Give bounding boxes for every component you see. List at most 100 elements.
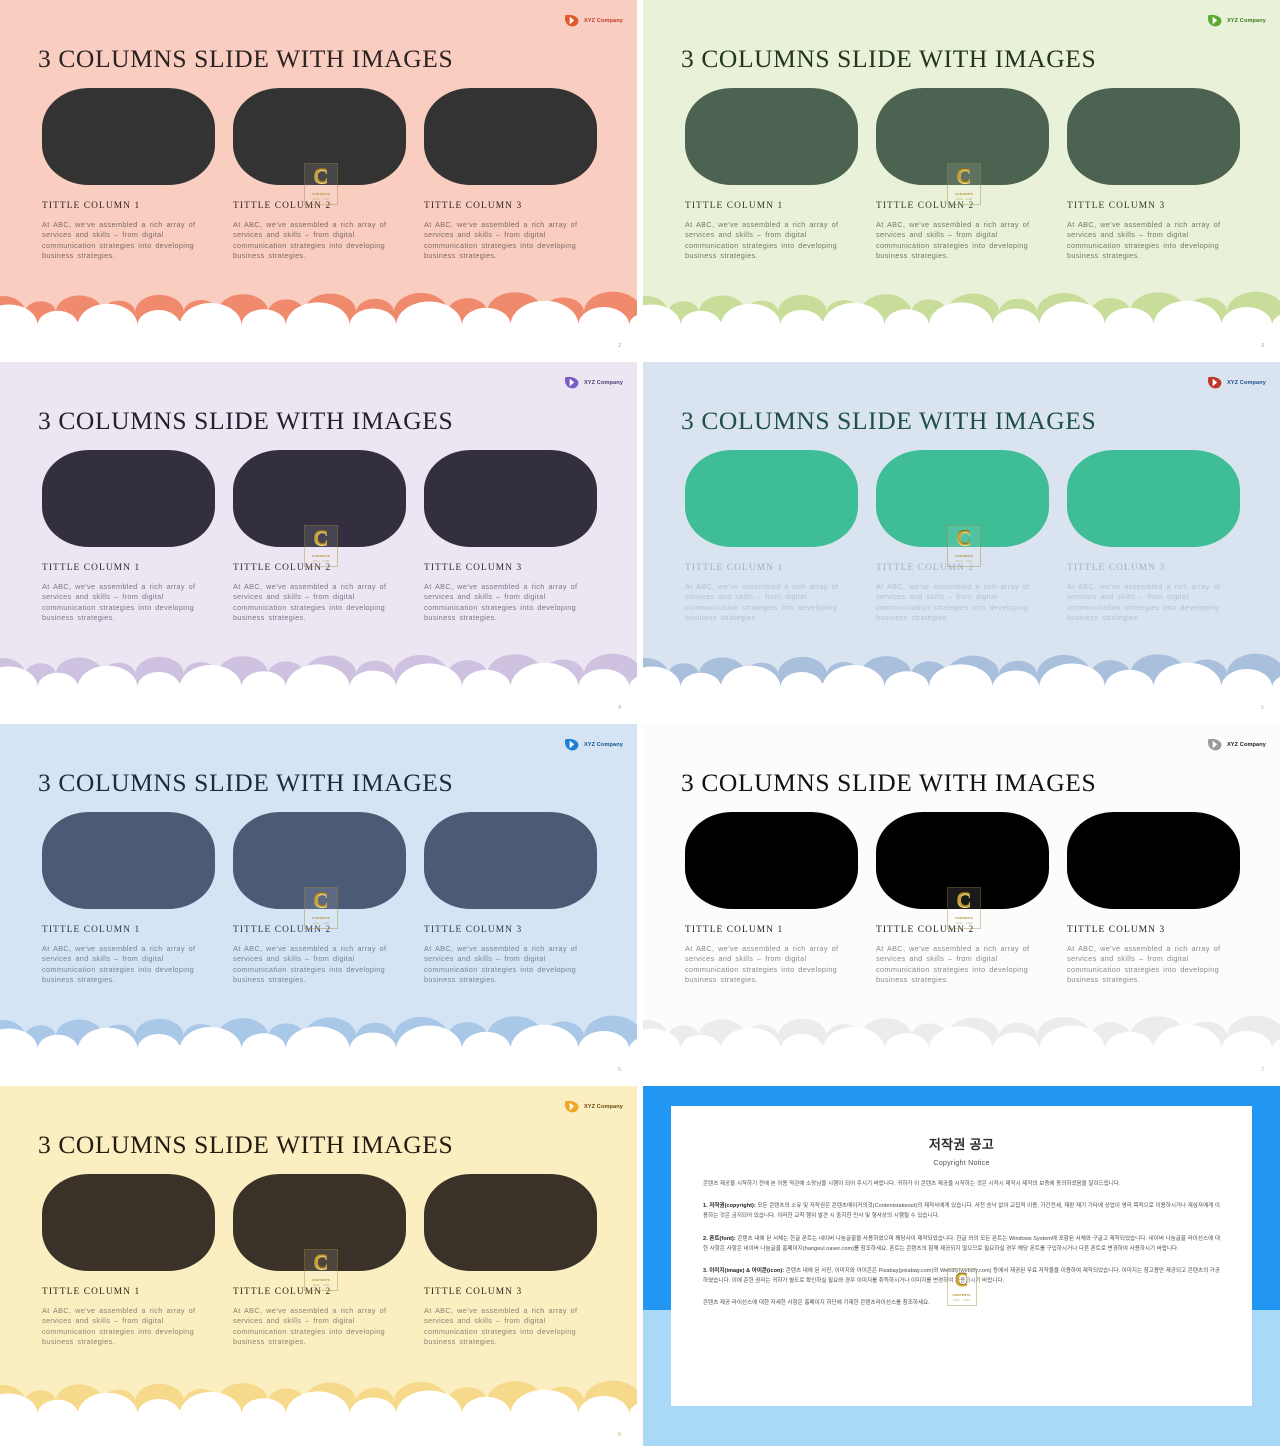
column-2[interactable]: TITTLE COLUMN 2 At ABC, we've assembled a… xyxy=(876,450,1049,623)
column-3-image-placeholder[interactable] xyxy=(424,812,597,909)
cloud-decoration xyxy=(0,285,637,357)
columns-row: TITTLE COLUMN 1 At ABC, we've assembled a… xyxy=(42,450,597,623)
column-1-body: At ABC, we've assembled a rich array of … xyxy=(685,582,839,623)
column-3-title: TITTLE COLUMN 3 xyxy=(1067,563,1166,573)
page-number: 7 xyxy=(1260,1067,1264,1073)
company-logo[interactable]: XYZ Company xyxy=(563,374,623,391)
cloud-decoration xyxy=(0,1009,637,1081)
column-2-image-placeholder[interactable] xyxy=(876,450,1049,547)
column-1[interactable]: TITTLE COLUMN 1 At ABC, we've assembled a… xyxy=(42,88,215,261)
column-3-body: At ABC, we've assembled a rich array of … xyxy=(424,1306,578,1347)
column-2[interactable]: TITTLE COLUMN 2 At ABC, we've assembled a… xyxy=(233,88,406,261)
column-3-image-placeholder[interactable] xyxy=(1067,450,1240,547)
slide-white[interactable]: XYZ Company 3 COLUMNS SLIDE WITH IMAGES TI… xyxy=(643,724,1280,1081)
copyright-title: 저작권 공고 xyxy=(928,1137,995,1152)
column-2-title: TITTLE COLUMN 2 xyxy=(876,201,975,211)
company-logo[interactable]: XYZ Company xyxy=(563,1098,623,1115)
column-2[interactable]: TITTLE COLUMN 2 At ABC, we've assembled a… xyxy=(233,450,406,623)
slide-teal[interactable]: XYZ Company 3 COLUMNS SLIDE WITH IMAGES TI… xyxy=(643,362,1280,719)
column-1-image-placeholder[interactable] xyxy=(42,1174,215,1271)
company-name: XYZ Company xyxy=(583,379,623,386)
column-3[interactable]: TITTLE COLUMN 3 At ABC, we've assembled a… xyxy=(1067,812,1240,985)
slide-title: 3 COLUMNS SLIDE WITH IMAGES xyxy=(38,1130,454,1159)
column-3-image-placeholder[interactable] xyxy=(1067,812,1240,909)
column-2-image-placeholder[interactable] xyxy=(876,88,1049,185)
column-3[interactable]: TITTLE COLUMN 3 At ABC, we've assembled a… xyxy=(1067,88,1240,261)
contents-watermark-icon: C CONTENTS MALL . COM xyxy=(946,1268,977,1306)
column-1[interactable]: TITTLE COLUMN 1 At ABC, we've assembled a… xyxy=(42,812,215,985)
cloud-decoration xyxy=(643,285,1280,357)
column-1-title: TITTLE COLUMN 1 xyxy=(42,201,141,211)
slide-blue[interactable]: XYZ Company 3 COLUMNS SLIDE WITH IMAGES TI… xyxy=(0,724,637,1081)
company-name: XYZ Company xyxy=(1226,17,1266,24)
column-2-image-placeholder[interactable] xyxy=(233,88,406,185)
company-logo[interactable]: XYZ Company xyxy=(563,736,623,753)
slide-title: 3 COLUMNS SLIDE WITH IMAGES xyxy=(681,768,1097,797)
company-logo[interactable]: XYZ Company xyxy=(563,12,623,29)
column-2-image-placeholder[interactable] xyxy=(233,812,406,909)
column-1[interactable]: TITTLE COLUMN 1 At ABC, we've assembled a… xyxy=(685,812,858,985)
column-3-image-placeholder[interactable] xyxy=(1067,88,1240,185)
slide-green-light[interactable]: XYZ Company 3 COLUMNS SLIDE WITH IMAGES TI… xyxy=(643,0,1280,357)
column-3[interactable]: TITTLE COLUMN 3 At ABC, we've assembled a… xyxy=(424,1174,597,1347)
column-1-image-placeholder[interactable] xyxy=(685,88,858,185)
column-3-body: At ABC, we've assembled a rich array of … xyxy=(1067,582,1221,623)
column-1-title: TITTLE COLUMN 1 xyxy=(42,563,141,573)
column-2[interactable]: TITTLE COLUMN 2 At ABC, we've assembled a… xyxy=(876,88,1049,261)
column-2[interactable]: TITTLE COLUMN 2 At ABC, we've assembled a… xyxy=(233,812,406,985)
company-logo[interactable]: XYZ Company xyxy=(1206,374,1266,391)
copyright-para-1: 1. 저작권(copyright): 모든 콘텐츠의 소유 및 저작권은 콘텐츠… xyxy=(703,1203,1221,1220)
column-2-title: TITTLE COLUMN 2 xyxy=(233,925,332,935)
page-number: 5 xyxy=(1260,705,1264,711)
column-1-body: At ABC, we've assembled a rich array of … xyxy=(42,944,196,985)
column-2-title: TITTLE COLUMN 2 xyxy=(233,1287,332,1297)
column-3[interactable]: TITTLE COLUMN 3 At ABC, we've assembled a… xyxy=(424,88,597,261)
cloud-decoration xyxy=(0,1374,637,1446)
slide-pink[interactable]: XYZ Company 3 COLUMNS SLIDE WITH IMAGES TI… xyxy=(0,0,637,357)
slide-title: 3 COLUMNS SLIDE WITH IMAGES xyxy=(38,406,454,435)
slide-cream[interactable]: XYZ Company 3 COLUMNS SLIDE WITH IMAGES TI… xyxy=(0,1086,637,1446)
column-1-body: At ABC, we've assembled a rich array of … xyxy=(42,220,196,261)
columns-row: TITTLE COLUMN 1 At ABC, we've assembled a… xyxy=(42,812,597,985)
column-3-image-placeholder[interactable] xyxy=(424,88,597,185)
columns-row: TITTLE COLUMN 1 At ABC, we've assembled a… xyxy=(42,1174,597,1347)
column-3-title: TITTLE COLUMN 3 xyxy=(424,925,523,935)
column-1[interactable]: TITTLE COLUMN 1 At ABC, we've assembled a… xyxy=(685,450,858,623)
column-2-body: At ABC, we've assembled a rich array of … xyxy=(876,944,1030,985)
company-logo[interactable]: XYZ Company xyxy=(1206,736,1266,753)
column-1[interactable]: TITTLE COLUMN 1 At ABC, we've assembled a… xyxy=(42,1174,215,1347)
column-1[interactable]: TITTLE COLUMN 1 At ABC, we've assembled a… xyxy=(42,450,215,623)
copyright-subtitle: Copyright Notice xyxy=(933,1158,990,1167)
column-1-image-placeholder[interactable] xyxy=(685,812,858,909)
cloud-decoration xyxy=(643,1009,1280,1081)
page-number: 2 xyxy=(617,343,621,349)
column-3[interactable]: TITTLE COLUMN 3 At ABC, we've assembled a… xyxy=(424,450,597,623)
slide-copyright[interactable]: 저작권 공고 Copyright Notice 콘텐츠 제공을 시작하기 전에 본 … xyxy=(643,1086,1280,1446)
company-name: XYZ Company xyxy=(583,741,623,748)
column-2-image-placeholder[interactable] xyxy=(876,812,1049,909)
column-2-body: At ABC, we've assembled a rich array of … xyxy=(233,1306,387,1347)
column-1-image-placeholder[interactable] xyxy=(685,450,858,547)
column-2-title: TITTLE COLUMN 2 xyxy=(233,201,332,211)
page-number: 8 xyxy=(617,1432,621,1438)
column-2-image-placeholder[interactable] xyxy=(233,450,406,547)
slide-grid: XYZ Company 3 COLUMNS SLIDE WITH IMAGES TI… xyxy=(0,0,1280,1450)
column-1[interactable]: TITTLE COLUMN 1 At ABC, we've assembled a… xyxy=(685,88,858,261)
copyright-para-2: 2. 폰트(font): 콘텐츠 내에 된 서체는 한글 폰트는 네이버 나눔글… xyxy=(703,1235,1220,1252)
slide-lavender[interactable]: XYZ Company 3 COLUMNS SLIDE WITH IMAGES TI… xyxy=(0,362,637,719)
column-2[interactable]: TITTLE COLUMN 2 At ABC, we've assembled a… xyxy=(233,1174,406,1347)
column-2-image-placeholder[interactable] xyxy=(233,1174,406,1271)
column-1-image-placeholder[interactable] xyxy=(42,812,215,909)
slide-title: 3 COLUMNS SLIDE WITH IMAGES xyxy=(681,44,1097,73)
column-1-image-placeholder[interactable] xyxy=(42,450,215,547)
watermark-line2: MALL . COM xyxy=(953,1299,970,1302)
column-3[interactable]: TITTLE COLUMN 3 At ABC, we've assembled a… xyxy=(424,812,597,985)
column-3-image-placeholder[interactable] xyxy=(424,1174,597,1271)
column-2[interactable]: TITTLE COLUMN 2 At ABC, we've assembled a… xyxy=(876,812,1049,985)
leaf-swoosh-logo-icon xyxy=(1206,12,1223,29)
company-logo[interactable]: XYZ Company xyxy=(1206,12,1266,29)
column-3-body: At ABC, we've assembled a rich array of … xyxy=(424,220,578,261)
column-3[interactable]: TITTLE COLUMN 3 At ABC, we've assembled a… xyxy=(1067,450,1240,623)
column-3-image-placeholder[interactable] xyxy=(424,450,597,547)
column-1-image-placeholder[interactable] xyxy=(42,88,215,185)
